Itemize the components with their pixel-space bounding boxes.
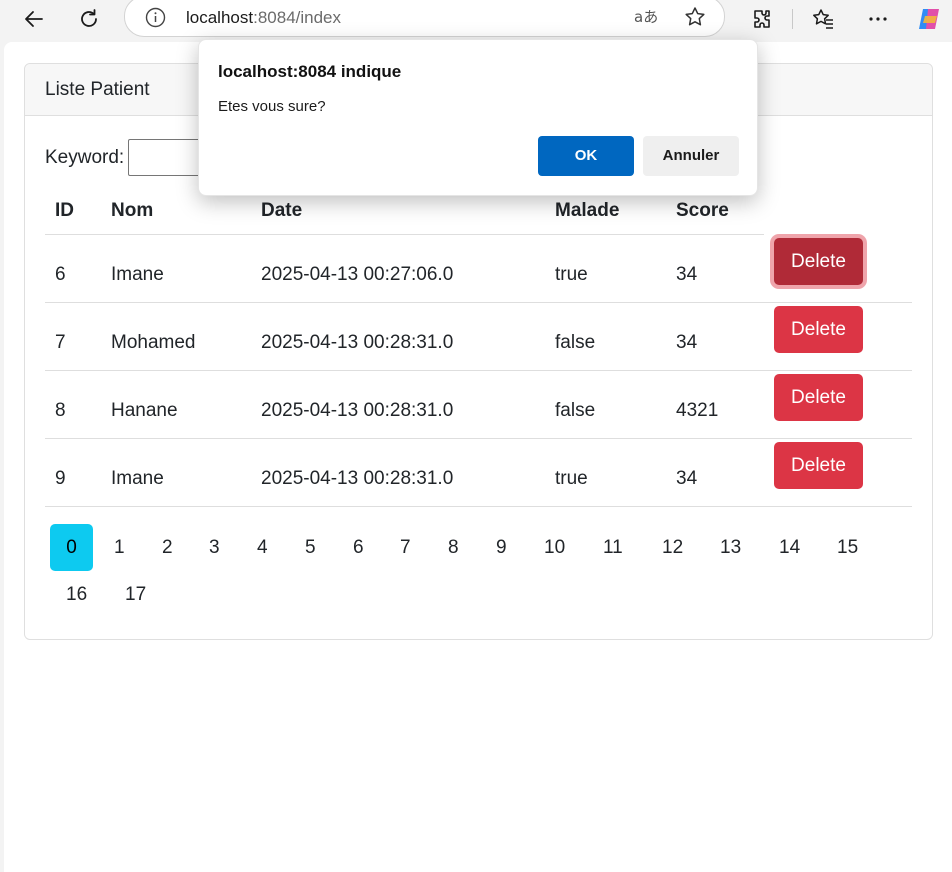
cancel-button[interactable]: Annuler — [643, 136, 739, 176]
more-menu-icon[interactable] — [863, 4, 893, 34]
svg-text:aあ: aあ — [634, 8, 658, 26]
table-row: 9 Imane 2025-04-13 00:28:31.0 true 34 De… — [45, 438, 912, 507]
page-link[interactable]: 4 — [247, 524, 278, 571]
cell-id: 9 — [45, 438, 101, 507]
address-url[interactable]: localhost:8084/index — [186, 8, 341, 28]
browser-toolbar: localhost:8084/index aあ — [0, 0, 952, 40]
copilot-icon[interactable] — [914, 4, 944, 34]
table-row: 7 Mohamed 2025-04-13 00:28:31.0 false 34… — [45, 302, 912, 371]
cell-score: 34 — [666, 438, 764, 507]
page-link[interactable]: 13 — [710, 524, 751, 571]
page-link[interactable]: 7 — [390, 524, 421, 571]
cell-malade: true — [545, 438, 666, 507]
favorites-icon[interactable] — [808, 4, 838, 34]
page-link[interactable]: 16 — [56, 571, 97, 618]
col-header-action — [764, 188, 912, 234]
extensions-icon[interactable] — [747, 4, 777, 34]
page-link[interactable]: 11 — [593, 524, 633, 571]
page-link[interactable]: 3 — [199, 524, 230, 571]
delete-button[interactable]: Delete — [774, 374, 863, 421]
page-link[interactable]: 5 — [295, 524, 326, 571]
translate-icon[interactable]: aあ — [634, 7, 658, 32]
favorite-star-icon[interactable] — [683, 5, 707, 34]
cell-nom: Imane — [101, 234, 251, 303]
dialog-message: Etes vous sure? — [218, 98, 326, 115]
refresh-icon[interactable] — [74, 4, 104, 34]
cell-malade: false — [545, 302, 666, 371]
page-link[interactable]: 6 — [343, 524, 374, 571]
delete-button[interactable]: Delete — [774, 237, 863, 285]
back-arrow-icon[interactable] — [19, 4, 49, 34]
page-link[interactable]: 9 — [486, 524, 517, 571]
delete-button[interactable]: Delete — [774, 442, 863, 489]
ok-button[interactable]: OK — [538, 136, 634, 176]
table-row: 6 Imane 2025-04-13 00:27:06.0 true 34 De… — [45, 234, 912, 303]
page-link[interactable]: 10 — [534, 524, 575, 571]
cell-action: Delete — [764, 234, 912, 303]
delete-button[interactable]: Delete — [774, 306, 863, 353]
cell-score: 4321 — [666, 370, 764, 439]
cell-id: 8 — [45, 370, 101, 439]
col-header-id: ID — [45, 188, 101, 235]
url-path: :8084/index — [253, 8, 342, 27]
page-link[interactable]: 14 — [769, 524, 810, 571]
page-link[interactable]: 1 — [104, 524, 135, 571]
cell-id: 6 — [45, 234, 101, 303]
page-link[interactable]: 8 — [438, 524, 469, 571]
site-info-icon[interactable] — [145, 7, 166, 33]
address-bar[interactable]: localhost:8084/index aあ — [124, 0, 725, 37]
cell-action: Delete — [764, 302, 912, 371]
table-row: 8 Hanane 2025-04-13 00:28:31.0 false 432… — [45, 370, 912, 439]
page-link[interactable]: 15 — [827, 524, 868, 571]
page-link[interactable]: 0 — [50, 524, 93, 571]
page-link[interactable]: 17 — [115, 571, 156, 618]
cell-nom: Imane — [101, 438, 251, 507]
cell-action: Delete — [764, 370, 912, 439]
cell-date: 2025-04-13 00:27:06.0 — [251, 234, 545, 303]
cell-date: 2025-04-13 00:28:31.0 — [251, 302, 545, 371]
toolbar-separator — [792, 9, 793, 29]
cell-date: 2025-04-13 00:28:31.0 — [251, 370, 545, 439]
cell-action: Delete — [764, 438, 912, 507]
cell-malade: false — [545, 370, 666, 439]
cell-score: 34 — [666, 302, 764, 371]
cell-malade: true — [545, 234, 666, 303]
cell-nom: Mohamed — [101, 302, 251, 371]
patients-table: ID Nom Date Malade Score 6 Imane 2025-04… — [45, 188, 912, 507]
cell-score: 34 — [666, 234, 764, 303]
confirm-dialog: localhost:8084 indique Etes vous sure? O… — [198, 39, 758, 196]
keyword-label: Keyword: — [45, 146, 125, 168]
cell-nom: Hanane — [101, 370, 251, 439]
cell-date: 2025-04-13 00:28:31.0 — [251, 438, 545, 507]
cell-id: 7 — [45, 302, 101, 371]
url-host: localhost — [186, 8, 254, 27]
page-link[interactable]: 2 — [152, 524, 183, 571]
page-link[interactable]: 12 — [652, 524, 693, 571]
dialog-title: localhost:8084 indique — [218, 62, 402, 81]
